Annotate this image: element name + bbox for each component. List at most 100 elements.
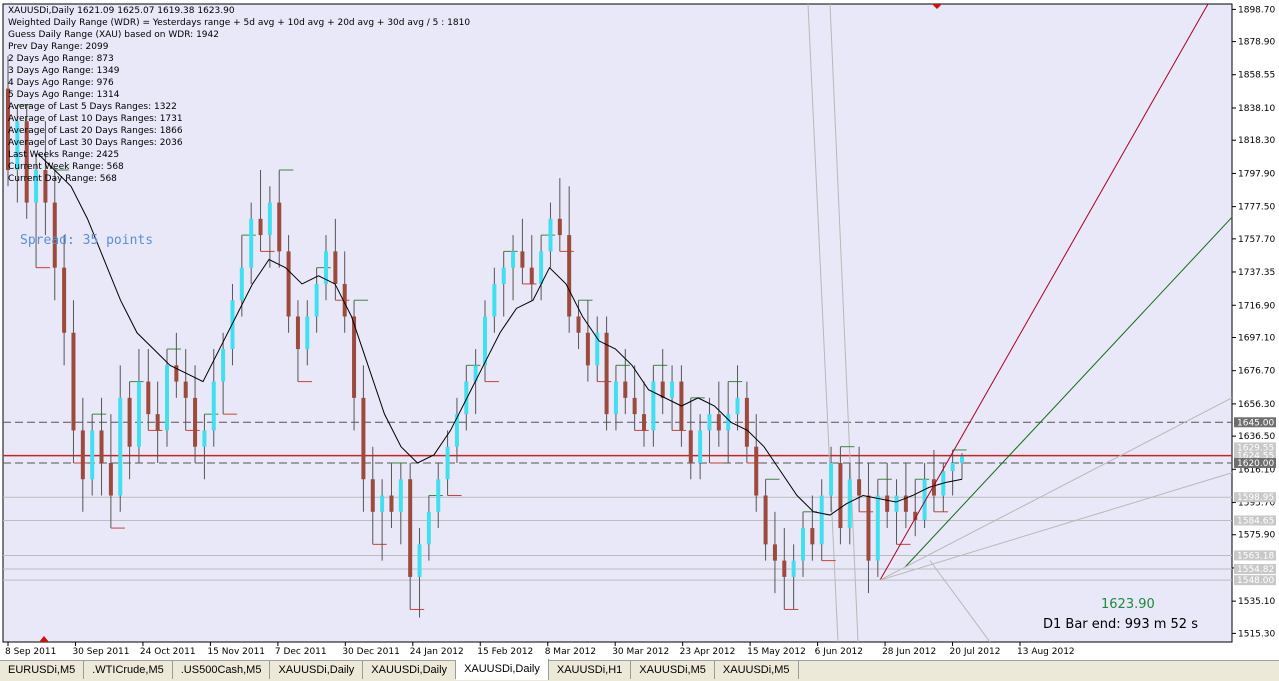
y-tick-label: 1757.70 — [1238, 235, 1275, 245]
candle-body — [539, 251, 544, 284]
y-tick-label: 1818.30 — [1238, 136, 1275, 146]
info-line: 3 Days Ago Range: 1349 — [8, 66, 120, 76]
candle-body — [660, 381, 665, 398]
candle-body — [314, 283, 319, 317]
tab-xauusdi-daily-active[interactable]: XAUUSDi,Daily — [456, 659, 549, 680]
candle-body — [632, 397, 637, 415]
tab-us500cash-m5[interactable]: .US500Cash,M5 — [173, 661, 271, 679]
info-line: Average of Last 20 Days Ranges: 1866 — [8, 126, 183, 136]
candle-body — [249, 218, 254, 268]
candle-body — [286, 251, 291, 317]
y-tick-label: 1898.70 — [1238, 5, 1275, 15]
x-tick-label: 30 Sep 2011 — [72, 647, 129, 657]
x-tick-label: 23 Apr 2012 — [680, 647, 736, 657]
x-tick-label: 30 Dec 2011 — [342, 647, 400, 657]
candle-body — [221, 349, 226, 382]
candle-body — [829, 462, 834, 496]
x-tick-label: 6 Jun 2012 — [815, 647, 863, 657]
candle-body — [772, 544, 777, 561]
candle-body — [960, 456, 964, 463]
price-tag-label: 1598.95 — [1237, 493, 1274, 503]
y-tick-label: 1575.90 — [1238, 531, 1275, 541]
x-tick-label: 24 Jan 2012 — [410, 647, 464, 657]
candle-body — [492, 283, 497, 317]
info-line: Average of Last 30 Days Ranges: 2036 — [8, 138, 183, 148]
price-tag-label: 1548.00 — [1237, 576, 1274, 586]
tab-xauusdi-daily-2[interactable]: XAUUSDi,Daily — [363, 661, 457, 679]
candle-body — [99, 430, 104, 463]
candle-body — [239, 267, 244, 301]
candle-body — [529, 267, 534, 284]
info-line: Current Week Range: 568 — [8, 162, 124, 172]
tab-eurusdi-m5[interactable]: EURUSDi,M5 — [0, 661, 85, 679]
info-line: Prev Day Range: 2099 — [8, 42, 109, 52]
candle-body — [511, 251, 516, 268]
candle-body — [445, 446, 450, 480]
candle-body — [801, 528, 805, 561]
candle-body — [698, 430, 703, 463]
candle-body — [389, 495, 394, 512]
y-tick-label: 1737.35 — [1238, 268, 1275, 278]
candle-body — [62, 267, 67, 333]
x-tick-label: 20 Jul 2012 — [950, 647, 1001, 657]
candle-body — [464, 381, 469, 415]
candle-body — [866, 495, 871, 561]
x-tick-label: 13 Aug 2012 — [1017, 647, 1075, 657]
candle-body — [230, 300, 235, 350]
info-line: 2 Days Ago Range: 873 — [8, 54, 114, 64]
info-line: 5 Days Ago Range: 1314 — [8, 90, 120, 100]
candle-body — [520, 251, 525, 268]
price-chart[interactable]: 1898.70 1878.90 1858.55 1838.10 1818.30 1797.… — [0, 0, 1279, 660]
candle-body — [295, 316, 300, 350]
tab-xauusdi-daily-1[interactable]: XAUUSDi,Daily — [270, 661, 364, 679]
candle-body — [183, 381, 188, 398]
candle-body — [370, 479, 375, 512]
candle-body — [754, 446, 759, 496]
candle-body — [408, 479, 413, 577]
candle-body — [155, 414, 160, 431]
candle-body — [258, 218, 263, 236]
candle-body — [501, 267, 506, 284]
candle-body — [567, 235, 572, 317]
x-tick-label: 28 Jun 2012 — [882, 647, 936, 657]
candle-body — [744, 397, 749, 447]
candle-body — [417, 544, 422, 577]
tab-xauusdi-h1[interactable]: XAUUSDi,H1 — [549, 661, 632, 679]
candle-body — [763, 495, 768, 545]
y-tick-label: 1878.90 — [1238, 38, 1275, 48]
price-tag-label: 1584.65 — [1237, 517, 1274, 527]
candle-body — [454, 414, 459, 447]
tab-xauusdi-m5-2[interactable]: XAUUSDi,M5 — [715, 661, 799, 679]
tab-wticrude-m5[interactable]: .WTICrude,M5 — [84, 661, 173, 679]
y-tick-label: 1777.50 — [1238, 203, 1275, 213]
candle-body — [782, 560, 787, 577]
y-tick-label: 1636.50 — [1238, 432, 1275, 442]
x-tick-label: 24 Oct 2011 — [140, 647, 196, 657]
candle-body — [670, 381, 675, 398]
candle-body — [118, 397, 123, 496]
candle-body — [136, 381, 141, 447]
bar-end-timer: D1 Bar end: 993 m 52 s — [1043, 617, 1198, 632]
x-tick-label: 15 Nov 2011 — [207, 647, 265, 657]
candle-body — [202, 430, 207, 447]
candle-body — [707, 414, 712, 431]
x-tick-label: 8 Mar 2012 — [545, 647, 596, 657]
candle-body — [436, 479, 441, 512]
chart-header: XAUUSDi,Daily 1621.09 1625.07 1619.38 16… — [8, 6, 235, 16]
candle-body — [380, 495, 385, 512]
candle-body — [305, 316, 310, 350]
candle-body — [361, 397, 366, 480]
x-tick-label: 15 Feb 2012 — [477, 647, 533, 657]
price-tag-label: 1620.00 — [1237, 459, 1274, 469]
tab-xauusdi-m5-1[interactable]: XAUUSDi,M5 — [631, 661, 715, 679]
y-tick-label: 1656.30 — [1238, 400, 1275, 410]
candle-body — [548, 218, 553, 252]
candle-body — [585, 332, 590, 366]
last-price-label: 1623.90 — [1101, 597, 1155, 612]
info-line: Average of Last 5 Days Ranges: 1322 — [8, 102, 177, 112]
candle-body — [838, 462, 843, 529]
candle-body — [165, 365, 169, 431]
candle-body — [333, 251, 338, 284]
x-tick-label: 30 Mar 2012 — [612, 647, 669, 657]
info-line: Guess Daily Range (XAU) based on WDR: 19… — [8, 30, 219, 40]
